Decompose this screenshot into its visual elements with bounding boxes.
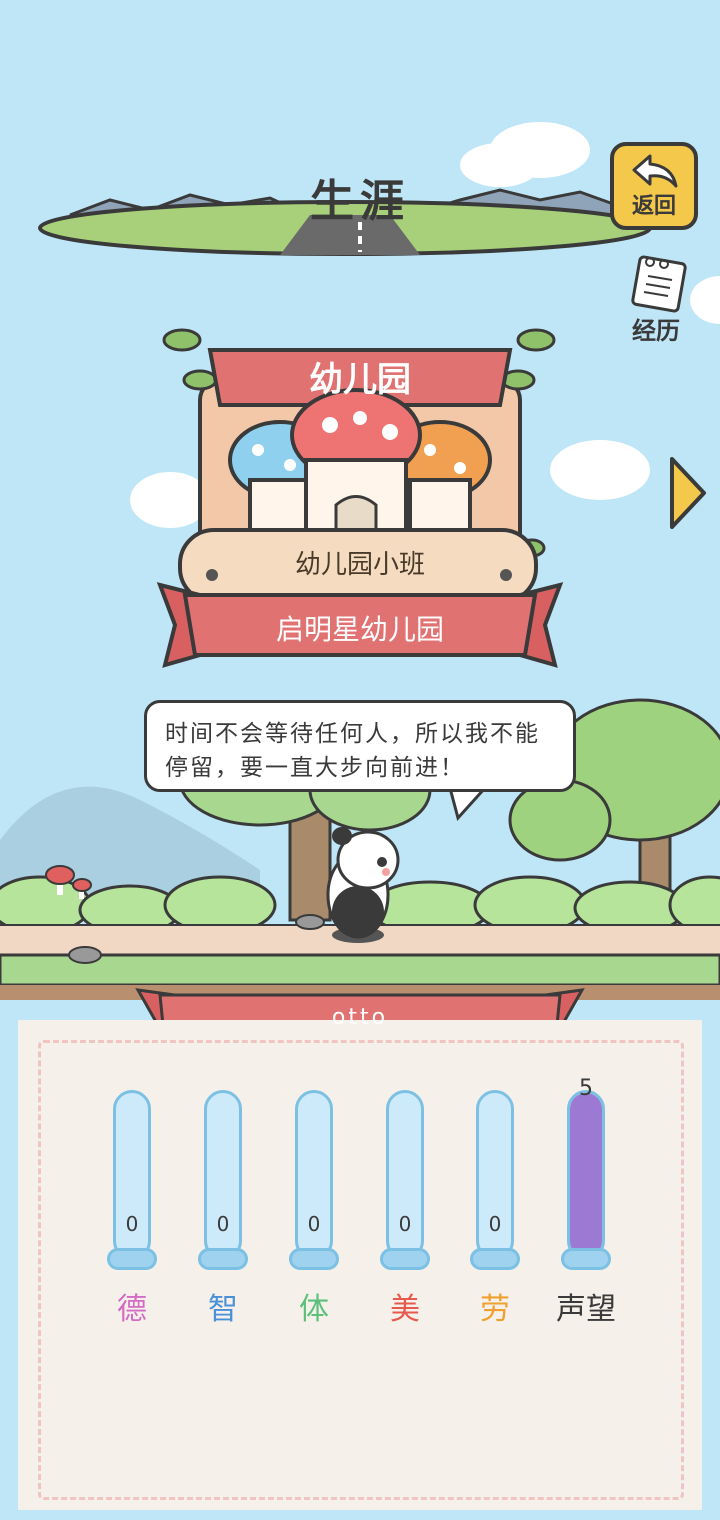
next-arrow-icon[interactable] — [668, 455, 708, 531]
back-arrow-icon — [632, 154, 678, 188]
stat-label: 体 — [299, 1292, 329, 1327]
notebook-icon — [631, 255, 687, 313]
stat-value: 5 — [579, 1076, 593, 1101]
school-name-label: 启明星幼儿园 — [275, 613, 444, 646]
stat-value: 0 — [398, 1212, 412, 1236]
player-name: otto — [331, 1005, 389, 1030]
stat-tube-base — [561, 1248, 611, 1270]
resume-button[interactable]: 经历 — [616, 250, 696, 346]
back-button-label: 返回 — [631, 194, 676, 219]
stat-tube-base — [380, 1248, 430, 1270]
stat-label: 德 — [117, 1292, 147, 1327]
stat-value: 0 — [216, 1212, 230, 1236]
stat-tube — [567, 1090, 605, 1260]
stat-tube-fill — [570, 1093, 602, 1257]
stat-tube-base — [107, 1248, 157, 1270]
class-name-label: 幼儿园小班 — [294, 550, 425, 580]
stat-tube-base — [470, 1248, 520, 1270]
stat-label: 美 — [390, 1292, 420, 1327]
school-type-label: 幼儿园 — [309, 360, 411, 400]
stat-label: 智 — [208, 1292, 238, 1327]
stat-value: 0 — [125, 1212, 139, 1236]
stat-value: 0 — [488, 1212, 502, 1236]
stat-value: 0 — [307, 1212, 321, 1236]
stat-tube-base — [289, 1248, 339, 1270]
speech-bubble: 时间不会等待任何人，所以我不能停留，要一直大步向前进！ — [144, 700, 576, 792]
stat-label: 声望 — [556, 1292, 616, 1327]
stat-label: 劳 — [480, 1292, 510, 1327]
stat-tube-base — [198, 1248, 248, 1270]
resume-button-label: 经历 — [632, 317, 680, 345]
back-button[interactable]: 返回 — [610, 142, 698, 230]
